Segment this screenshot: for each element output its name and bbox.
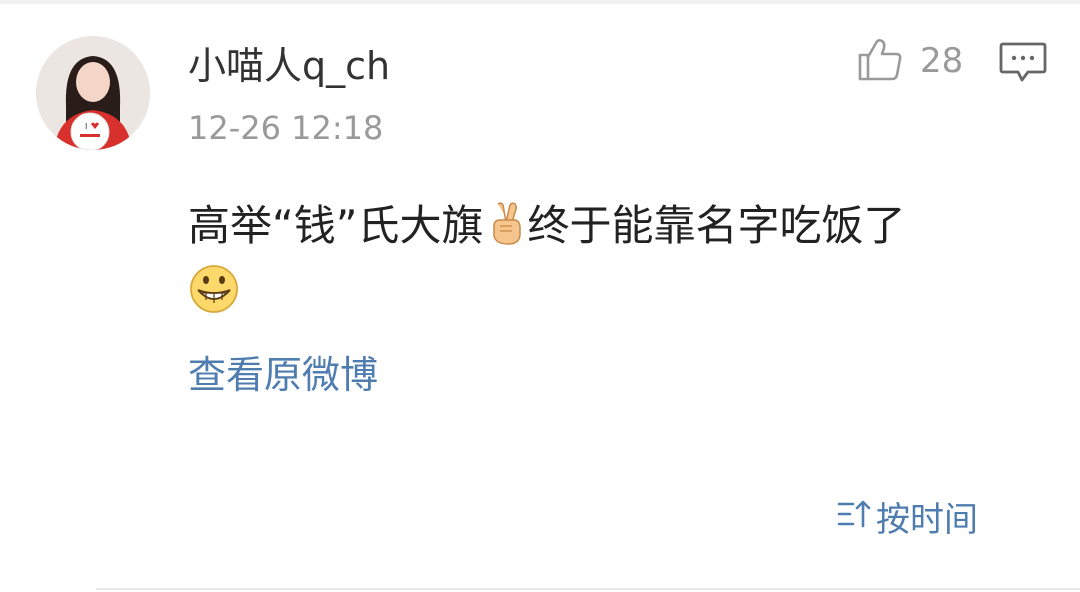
- sort-label: 按时间: [876, 499, 978, 540]
- victory-hand-emoji: [486, 200, 526, 260]
- like-count: 28: [920, 41, 964, 81]
- like-button[interactable]: 28: [856, 34, 963, 88]
- svg-text:I: I: [85, 122, 87, 131]
- thumbs-up-icon: [856, 35, 904, 87]
- comment-bubble-icon: [998, 42, 1048, 90]
- avatar[interactable]: I: [36, 36, 150, 150]
- comment-timestamp: 12-26 12:18: [188, 109, 384, 147]
- grinning-face-emoji: [188, 262, 240, 314]
- comment-text-part2: 终于能靠名字吃饭了: [527, 201, 906, 250]
- comment-text-part1: 高举“钱”氏大旗: [188, 201, 484, 250]
- comment-text: 高举“钱”氏大旗 终于能靠名字吃饭了: [188, 198, 1028, 260]
- reply-button[interactable]: [998, 40, 1048, 86]
- author-name[interactable]: 小喵人q_ch: [188, 42, 390, 90]
- bottom-divider: [96, 588, 1080, 590]
- sort-arrow-icon: [836, 496, 872, 536]
- top-divider: [0, 0, 1080, 4]
- sort-by-time-button[interactable]: 按时间: [836, 494, 978, 540]
- avatar-image: I: [36, 36, 150, 150]
- view-original-link[interactable]: 查看原微博: [188, 352, 378, 398]
